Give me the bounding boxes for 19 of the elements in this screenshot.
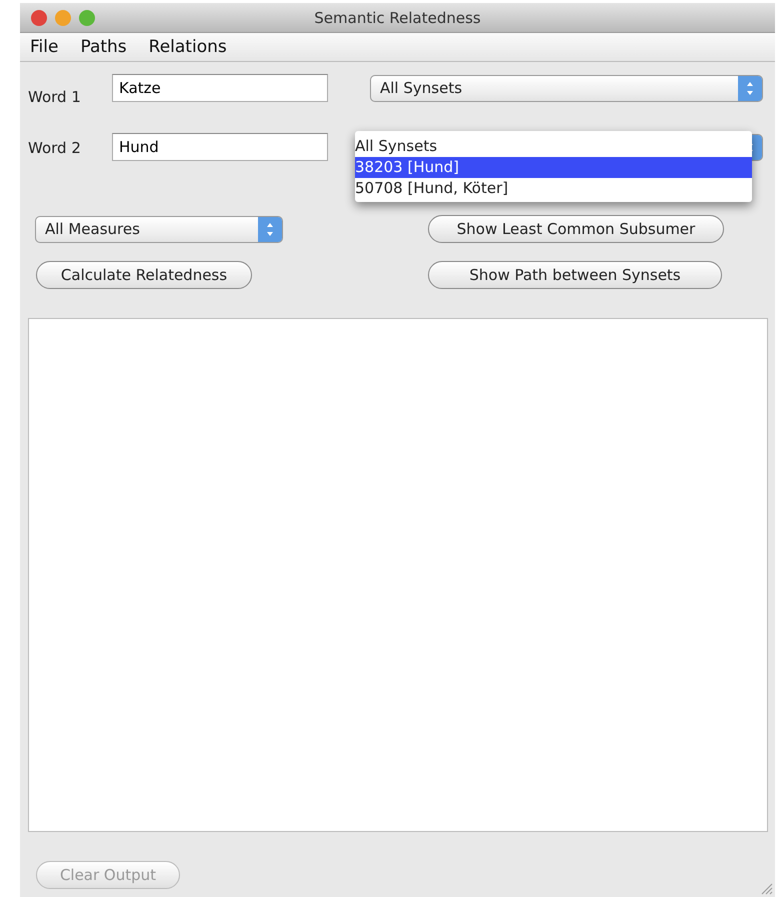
measure-select[interactable]: All Measures (35, 216, 283, 242)
dropdown-option[interactable]: 50708 [Hund, Köter] (355, 178, 752, 198)
resize-grip-icon[interactable] (761, 883, 773, 895)
menu-item[interactable]: File (30, 37, 58, 57)
menu-item[interactable]: Relations (148, 37, 227, 57)
window-title: Semantic Relatedness (314, 8, 481, 26)
menu-item[interactable]: Paths (80, 37, 127, 57)
show-path-button[interactable]: Show Path between Synsets (428, 261, 722, 289)
synset-select[interactable]: All Synsets (370, 74, 763, 102)
calculate-button[interactable]: Calculate Relatedness (36, 261, 252, 289)
stepper-arrows-icon (258, 216, 282, 242)
word-label: Word 2 (28, 139, 82, 157)
word-label: Word 1 (28, 88, 82, 106)
least-common-subsumer-button[interactable]: Show Least Common Subsumer (428, 215, 724, 243)
stepper-arrows-icon (738, 76, 762, 100)
word-field[interactable]: Hund (112, 133, 328, 161)
dropdown-option[interactable]: 38203 [Hund] (355, 156, 752, 178)
word-field[interactable]: Katze (112, 74, 328, 102)
dropdown-option[interactable]: All Synsets (355, 136, 752, 156)
